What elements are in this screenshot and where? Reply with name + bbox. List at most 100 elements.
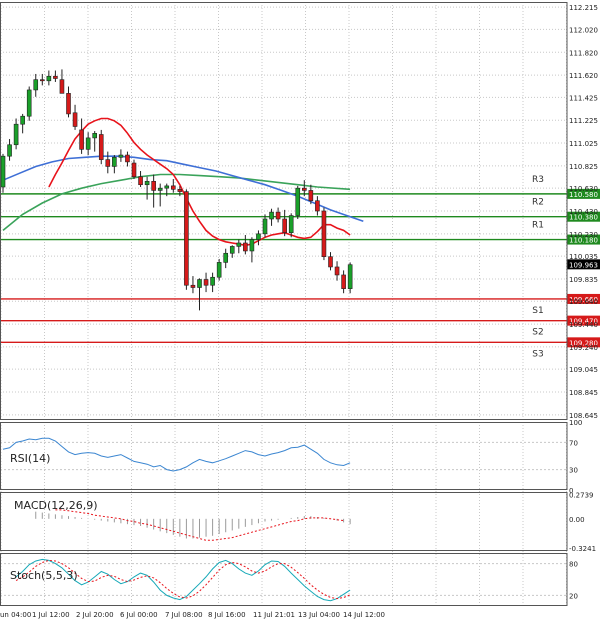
price-panel: 110.580R3110.380R2110.180R1109.660S1109.…	[0, 69, 600, 359]
level-label-r3: R3	[532, 175, 544, 185]
candle-body	[66, 93, 71, 115]
candle-body	[53, 75, 58, 79]
candle-body	[203, 279, 209, 286]
y-tick-label: 108.845	[569, 389, 598, 397]
x-tick-label: 7 Jul 08:00	[165, 611, 203, 619]
y-tick-label: 108.645	[569, 412, 598, 420]
candle-body	[249, 239, 255, 252]
candle-body	[138, 176, 143, 186]
panel-border	[0, 2, 568, 420]
y-tick-label: 111.820	[569, 49, 598, 57]
macd-label: MACD(12,26,9)	[14, 499, 98, 512]
y-tick-label: 111.425	[569, 94, 598, 102]
candle-body	[341, 274, 346, 289]
candle-body	[295, 187, 301, 216]
candle-body	[98, 134, 104, 160]
y-tick-label: 111.225	[569, 117, 598, 125]
candle-body	[236, 242, 242, 247]
candle-body	[334, 266, 340, 276]
level-label-s3: S3	[532, 349, 543, 359]
panel-border	[0, 553, 568, 606]
macd-tick-label: -0.3241	[569, 545, 596, 553]
stoch-tick-label: 80	[569, 561, 578, 569]
y-tick-label: 109.835	[569, 276, 598, 284]
candle-body	[144, 181, 150, 186]
x-tick-label: un 04:00	[0, 611, 31, 619]
rsi-panel: 10070300RSI(14)	[0, 419, 582, 495]
candle-body	[301, 187, 307, 191]
x-tick-label: 13 Jul 04:00	[298, 611, 340, 619]
candle-body	[184, 191, 189, 286]
y-tick-label: 110.230	[569, 231, 598, 239]
candle-body	[79, 129, 84, 150]
x-tick-label: 6 Jul 00:00	[120, 611, 158, 619]
y-tick-label: 111.620	[569, 72, 598, 80]
x-tick-label: 14 Jul 12:00	[343, 611, 385, 619]
rsi-tick-label: 100	[569, 419, 582, 427]
candle-body	[275, 211, 281, 220]
macd-tick-label: 0.00	[569, 516, 585, 524]
rsi-tick-label: 30	[569, 467, 578, 475]
candle-body	[177, 189, 183, 192]
candle-body	[308, 190, 314, 202]
level-label-r1: R1	[532, 221, 544, 231]
y-tick-label: 109.045	[569, 366, 598, 374]
candle-body	[131, 162, 137, 178]
y-tick-label: 111.025	[569, 140, 598, 148]
x-tick-label: 11 Jul 21:01	[253, 611, 295, 619]
level-label-s2: S2	[532, 328, 543, 338]
candle-body	[157, 187, 163, 191]
rsi-label: RSI(14)	[10, 452, 50, 465]
stoch-panel: 80 20 Stoch(5,5,3)	[0, 558, 578, 602]
candle-body	[328, 256, 333, 268]
x-tick-label: 8 Jul 16:00	[208, 611, 246, 619]
macd-tick-label: 0.2739	[569, 491, 594, 499]
y-tick-label: 110.430	[569, 208, 598, 216]
candle-body	[347, 264, 353, 289]
panel-border	[0, 422, 568, 490]
grid-lines	[0, 2, 567, 606]
candle-body	[216, 262, 222, 278]
stoch-label: Stoch(5,5,3)	[10, 569, 78, 582]
y-tick-label: 109.240	[569, 344, 598, 352]
candle-body	[118, 154, 124, 158]
candle-body	[46, 75, 52, 82]
candle-body	[151, 181, 156, 191]
level-label-r2: R2	[532, 198, 544, 208]
candle-body	[210, 276, 215, 286]
candle-body	[0, 155, 6, 188]
axes: 112.215 112.020 111.820 111.620 111.425 111.2…	[0, 2, 598, 619]
candle-body	[92, 133, 97, 139]
x-tick-label: 1 Jul 12:00	[32, 611, 70, 619]
candle-body	[112, 157, 117, 167]
candle-body	[190, 284, 196, 288]
y-tick-label: 110.630	[569, 185, 598, 193]
y-tick-label: 110.825	[569, 163, 598, 171]
candle-body	[223, 252, 228, 263]
candle-body	[197, 279, 202, 288]
candle-body	[288, 215, 294, 233]
candle-body	[262, 218, 268, 235]
candle-body	[164, 185, 170, 189]
candle-body	[229, 246, 235, 254]
level-label-s1: S1	[532, 306, 543, 316]
candle-body	[105, 159, 111, 167]
candle-body	[171, 185, 176, 190]
candle-body	[13, 123, 19, 146]
candle-body	[7, 144, 12, 157]
candle-body	[20, 115, 25, 125]
candle-body	[72, 112, 78, 127]
candle-body	[125, 154, 130, 163]
y-tick-label: 112.215	[569, 4, 598, 12]
candle-body	[321, 210, 327, 257]
rsi-tick-label: 70	[569, 439, 578, 447]
candle-body	[59, 79, 65, 94]
y-tick-label: 110.035	[569, 253, 598, 261]
rsi-line	[2, 437, 351, 472]
candle-body	[315, 200, 320, 212]
stoch-tick-label: 20	[569, 592, 578, 600]
candle-body	[282, 218, 287, 233]
y-tick-label: 112.020	[569, 26, 598, 34]
candle-body	[256, 233, 261, 240]
trading-chart: 110.580R3110.380R2110.180R1109.660S1109.…	[0, 2, 600, 619]
